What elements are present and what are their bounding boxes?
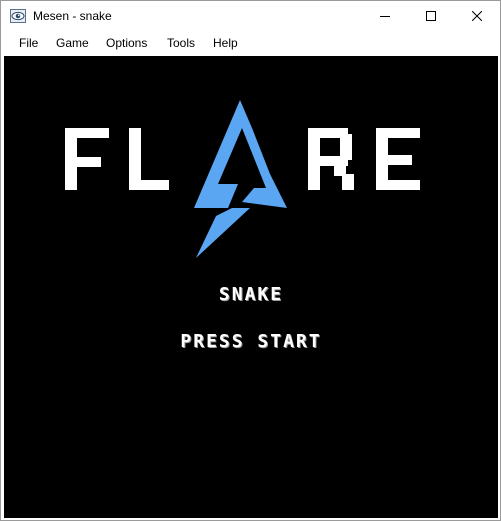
- menu-game[interactable]: Game: [56, 36, 89, 50]
- logo-letter-l: [129, 128, 169, 190]
- close-button[interactable]: [454, 1, 500, 31]
- logo-letter-e: [376, 128, 420, 190]
- title-bar[interactable]: Mesen - snake: [1, 1, 500, 31]
- menu-options[interactable]: Options: [106, 36, 147, 50]
- menu-tools[interactable]: Tools: [167, 36, 195, 50]
- logo-letter-f: [65, 128, 109, 190]
- emulator-window: Mesen - snake File Game Options Tools He…: [0, 0, 501, 521]
- menu-file[interactable]: File: [19, 36, 38, 50]
- maximize-icon: [426, 11, 436, 21]
- close-icon: [472, 11, 482, 21]
- game-title: SNAKE: [218, 284, 284, 305]
- press-start-prompt: PRESS START: [180, 331, 322, 352]
- menu-help[interactable]: Help: [213, 36, 238, 50]
- game-screen[interactable]: SNAKE PRESS START: [4, 56, 498, 518]
- logo-letter-r: [308, 128, 354, 190]
- minimize-button[interactable]: [362, 1, 408, 31]
- window-title: Mesen - snake: [33, 9, 112, 23]
- menu-bar: File Game Options Tools Help: [1, 32, 500, 54]
- maximize-button[interactable]: [408, 1, 454, 31]
- minimize-icon: [380, 16, 390, 17]
- lightning-bolt-icon: [194, 100, 287, 258]
- mesen-eye-icon[interactable]: [10, 8, 26, 24]
